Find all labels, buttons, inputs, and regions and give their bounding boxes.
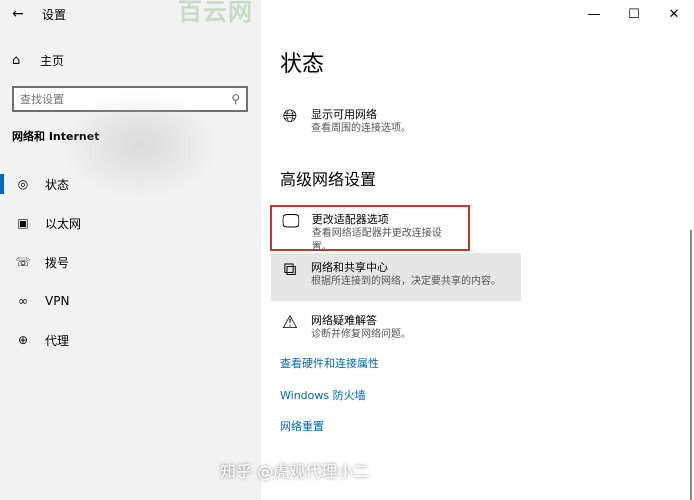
option-title: 显示可用网络	[311, 108, 377, 121]
globe-network-icon: 🌐︎	[282, 106, 298, 127]
back-arrow-icon: ←	[12, 6, 24, 22]
search-input[interactable]	[20, 92, 232, 106]
hardware-properties-link[interactable]: 查看硬件和连接属性	[280, 355, 379, 371]
window-title: 设置	[42, 7, 67, 22]
home-icon: ⌂	[12, 52, 21, 68]
sidebar-item-status[interactable]: ◎ 状态	[0, 170, 261, 198]
sidebar-item-home[interactable]: ⌂ 主页	[12, 50, 64, 70]
windows-firewall-link[interactable]: Windows 防火墙	[280, 387, 366, 403]
search-icon[interactable]: ⚲	[231, 92, 240, 106]
back-button[interactable]: ←	[0, 0, 36, 28]
title-bar: ← 设置	[0, 0, 66, 28]
option-desc: 查看网络适配器并更改连接设置。	[311, 228, 442, 253]
scrollbar[interactable]	[690, 230, 692, 500]
sidebar-item-dialup[interactable]: ☏ 拨号	[0, 248, 261, 276]
watermark-top: 百云网	[178, 0, 253, 26]
warning-icon: ⚠	[281, 312, 299, 333]
sharing-center-icon: ⧉	[283, 259, 297, 280]
dialup-icon: ☏	[15, 255, 31, 269]
option-desc: 诊断并修复网络问题。	[311, 329, 411, 340]
window-controls: — ☐ ✕	[574, 0, 694, 28]
sidebar-item-label: 以太网	[45, 216, 82, 231]
option-title: 网络和共享中心	[311, 261, 388, 274]
watermark-bottom: 知乎 @虎观代理小二	[220, 462, 370, 481]
advanced-settings-title: 高级网络设置	[280, 170, 377, 189]
vpn-icon: ∞	[18, 294, 28, 308]
close-button[interactable]: ✕	[654, 0, 694, 28]
maximize-button[interactable]: ☐	[614, 0, 654, 28]
status-icon: ◎	[17, 177, 29, 191]
network-troubleshooter[interactable]: ⚠ 网络疑难解答 诊断并修复网络问题。	[271, 306, 521, 354]
network-sharing-center[interactable]: ⧉ 网络和共享中心 根据所连接到的网络，决定要共享的内容。	[271, 253, 521, 301]
main-content: — ☐ ✕ 状态 🌐︎ 显示可用网络 查看周围的连接选项。 高级网络设置 🖵︎ …	[261, 0, 694, 500]
change-adapter-options[interactable]: 🖵︎ 更改适配器选项 查看网络适配器并更改连接设置。	[270, 205, 470, 253]
minimize-button[interactable]: —	[574, 0, 614, 28]
sidebar-item-label: 拨号	[45, 255, 70, 270]
network-reset-link[interactable]: 网络重置	[280, 418, 324, 434]
show-networks-option[interactable]: 🌐︎ 显示可用网络 查看周围的连接选项。	[271, 100, 521, 148]
proxy-icon: ⊕	[17, 333, 29, 347]
option-desc: 根据所连接到的网络，决定要共享的内容。	[311, 276, 501, 287]
sidebar-item-vpn[interactable]: ∞ VPN	[0, 287, 261, 315]
sidebar-item-label: VPN	[45, 294, 70, 308]
sidebar-item-label: 状态	[45, 177, 70, 192]
sidebar: ← 设置 ⌂ 主页 ⚲ 网络和 Internet ◎ 状态 ▣ 以太网 ☏ 拨号…	[0, 0, 261, 500]
home-label: 主页	[40, 53, 65, 68]
adapter-icon: 🖵︎	[282, 211, 300, 232]
option-title: 网络疑难解答	[311, 314, 377, 327]
page-title: 状态	[280, 52, 325, 77]
section-title: 网络和 Internet	[12, 130, 100, 143]
sidebar-item-proxy[interactable]: ⊕ 代理	[0, 326, 261, 354]
search-box[interactable]: ⚲	[12, 86, 248, 112]
sidebar-item-ethernet[interactable]: ▣ 以太网	[0, 209, 261, 237]
sidebar-item-label: 代理	[45, 333, 70, 348]
option-title: 更改适配器选项	[311, 213, 389, 226]
active-indicator	[0, 174, 4, 194]
option-desc: 查看周围的连接选项。	[311, 123, 411, 134]
ethernet-icon: ▣	[17, 216, 29, 230]
